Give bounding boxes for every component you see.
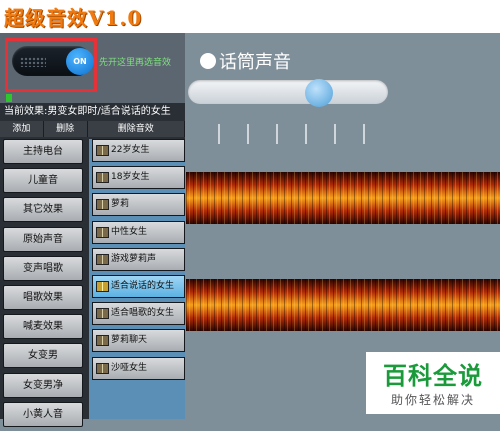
voice-item-selected[interactable]: 适合说话的女生 [92, 274, 185, 298]
effect-button[interactable]: 女变男 [3, 343, 83, 369]
mic-volume-label: 话筒声音 [200, 48, 291, 74]
effect-button[interactable]: 儿童音 [3, 168, 83, 194]
voice-item[interactable]: 22岁女生 [92, 139, 185, 162]
mic-label-text: 话筒声音 [219, 52, 291, 73]
voice-item[interactable]: 18岁女生 [92, 166, 185, 190]
toggle-hint: 先开这里再选音效 [99, 58, 172, 68]
effect-button[interactable]: 小黄人音 [3, 401, 83, 427]
slider-tick [218, 124, 220, 144]
effect-button[interactable]: 其它效果 [3, 197, 83, 223]
watermark-title: 百科全说 [383, 362, 483, 390]
voice-label: 游戏萝莉声 [111, 253, 157, 264]
voice-label: 萝莉 [111, 199, 130, 210]
delete-effect-button[interactable]: 删除音效 [87, 121, 185, 137]
grip-dots-icon [20, 57, 46, 67]
voice-label: 适合说话的女生 [111, 280, 175, 291]
slider-tick [334, 124, 336, 144]
effect-button[interactable]: 女变男净 [3, 372, 83, 398]
add-button[interactable]: 添加 [0, 121, 44, 137]
book-icon [96, 199, 109, 211]
voice-item[interactable]: 萝莉聊天 [92, 329, 185, 353]
status-indicator [6, 94, 12, 102]
book-icon [96, 335, 109, 347]
watermark: 百科全说 助你轻松解决 [366, 352, 500, 414]
operation-row: 添加 删除 删除音效 [0, 121, 185, 137]
voice-label: 萝莉聊天 [111, 335, 148, 346]
slider-tick [305, 124, 307, 144]
current-effect-label: 当前效果:男变女即时/适合说话的女生 [0, 104, 185, 120]
effect-button[interactable]: 主持电台 [3, 139, 83, 164]
book-icon [96, 226, 109, 238]
effect-button[interactable]: 原始声音 [3, 226, 83, 252]
effect-button[interactable]: 变声唱歌 [3, 255, 83, 281]
voice-list: 22岁女生 18岁女生 萝莉 中性女生 游戏萝莉声 适合说话的女生 适合唱歌的女… [92, 139, 185, 384]
watermark-subtitle: 助你轻松解决 [390, 393, 475, 407]
mic-volume-slider[interactable] [188, 80, 388, 104]
title-bar: 超级音效V1.0 [0, 0, 500, 33]
book-icon [96, 172, 109, 184]
output-waveform [186, 279, 500, 331]
voice-item[interactable]: 游戏萝莉声 [92, 247, 185, 271]
voice-label: 22岁女生 [111, 145, 150, 155]
slider-tick [363, 124, 365, 144]
book-icon [96, 280, 109, 292]
book-icon [96, 145, 109, 156]
voice-item[interactable]: 适合唱歌的女生 [92, 302, 185, 326]
voice-item[interactable]: 萝莉 [92, 193, 185, 217]
book-icon [96, 308, 109, 320]
book-icon [96, 362, 109, 374]
voice-label: 适合唱歌的女生 [111, 308, 175, 319]
slider-tick [247, 124, 249, 144]
mic-volume-thumb[interactable] [305, 79, 333, 107]
effect-category-list: 主持电台 儿童音 其它效果 原始声音 变声唱歌 唱歌效果 喊麦效果 女变男 女变… [3, 139, 83, 431]
effect-button[interactable]: 唱歌效果 [3, 284, 83, 310]
app-title: 超级音效V1.0 [4, 6, 143, 30]
toggle-knob[interactable]: ON [66, 48, 94, 75]
voice-item[interactable]: 中性女生 [92, 220, 185, 244]
radio-dot-icon [200, 53, 216, 69]
slider-tick [276, 124, 278, 144]
voice-label: 沙哑女生 [111, 362, 148, 373]
voice-label: 中性女生 [111, 226, 148, 237]
voice-item[interactable]: 沙哑女生 [92, 356, 185, 380]
book-icon [96, 253, 109, 265]
effect-button[interactable]: 喊麦效果 [3, 314, 83, 340]
voice-label: 18岁女生 [111, 172, 150, 183]
delete-button[interactable]: 删除 [43, 121, 88, 137]
input-waveform [186, 172, 500, 224]
